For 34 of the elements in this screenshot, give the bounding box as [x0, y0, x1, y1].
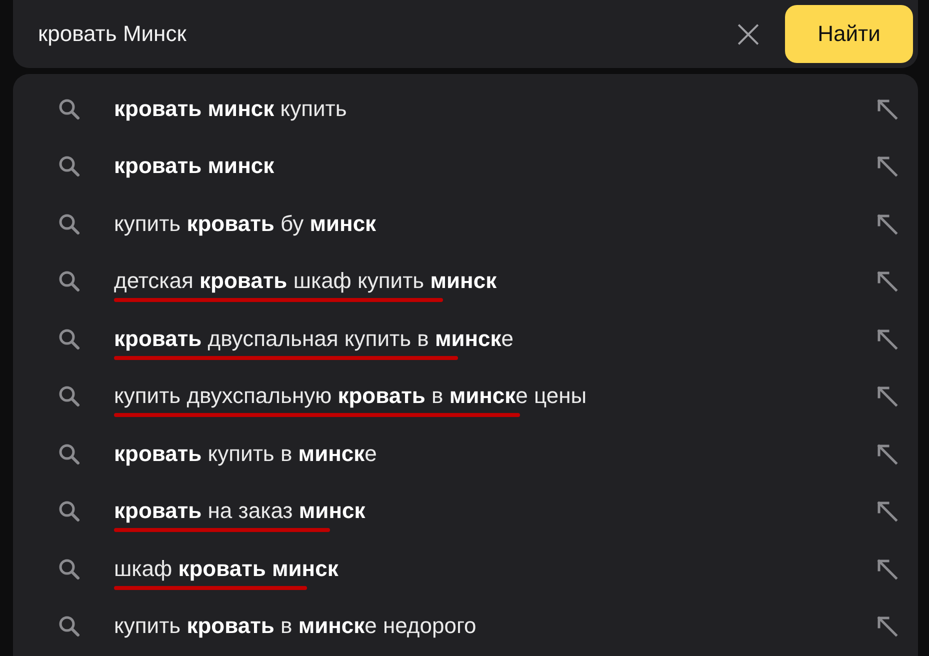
search-icon	[57, 499, 81, 524]
arrow-icon[interactable]	[876, 98, 898, 120]
search-icon	[57, 326, 81, 351]
search-icon	[57, 154, 81, 178]
suggestion-text[interactable]: купить двухспальную кровать в минске цены	[114, 383, 587, 410]
search-field[interactable]: кровать Минск	[38, 21, 718, 47]
suggestion-text[interactable]: кровать двуспальная купить в минске	[114, 326, 514, 352]
find-button[interactable]: Найти	[785, 5, 913, 63]
arrow-icon[interactable]	[876, 385, 898, 408]
clear-button[interactable]: ×	[727, 14, 769, 54]
arrow-icon[interactable]	[876, 615, 898, 638]
suggestion-text[interactable]: купить кровать бу минск	[114, 210, 376, 237]
arrow-icon[interactable]	[876, 558, 898, 580]
search-icon	[57, 269, 81, 294]
search-icon	[57, 212, 81, 236]
search-icon	[57, 96, 81, 121]
arrow-icon[interactable]	[876, 442, 898, 465]
suggestion-text[interactable]: детская кровать шкаф купить минск	[114, 268, 497, 294]
suggestion-text[interactable]: кровать минск купить	[114, 96, 347, 122]
search-icon	[57, 442, 81, 466]
search-icon	[57, 556, 81, 581]
search-bar[interactable]: кровать Минск × Найти	[13, 0, 918, 68]
arrow-icon[interactable]	[876, 212, 898, 235]
arrow-icon[interactable]	[876, 270, 898, 292]
search-icon	[57, 614, 81, 638]
arrow-icon[interactable]	[876, 500, 898, 522]
suggestion-text[interactable]: шкаф кровать минск	[114, 556, 338, 582]
suggestion-text[interactable]: кровать на заказ минск	[114, 498, 366, 524]
arrow-icon[interactable]	[876, 155, 898, 178]
arrow-icon[interactable]	[876, 328, 898, 350]
suggestion-text[interactable]: кровать минск	[114, 153, 274, 180]
search-icon	[57, 384, 81, 408]
suggestion-text[interactable]: купить кровать в минске недорого	[114, 613, 476, 640]
suggestion-text[interactable]: кровать купить в минске	[114, 440, 377, 467]
